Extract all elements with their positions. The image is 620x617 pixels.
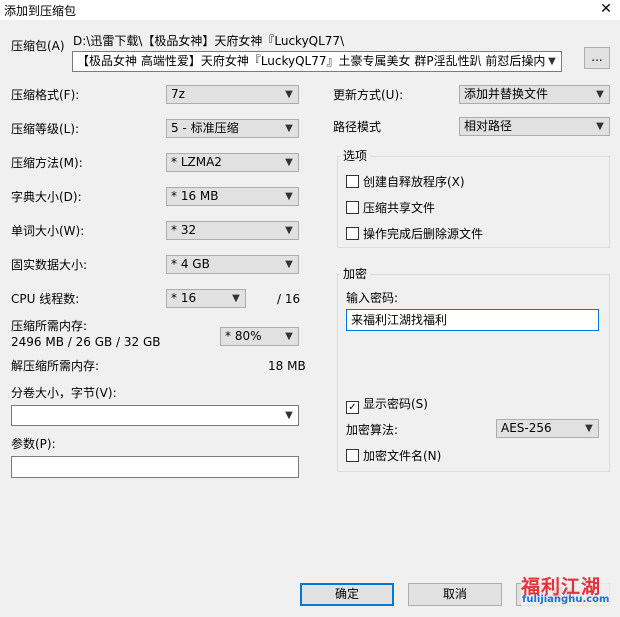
checkbox-box bbox=[346, 175, 359, 188]
encrypt-names-label: 加密文件名(N) bbox=[363, 449, 442, 463]
archive-name-combo[interactable]: 【极品女神 高端性爱】天府女神『LuckyQL77』土豪专属美女 群P淫乱性趴 … bbox=[72, 51, 562, 72]
update-label: 更新方式(U): bbox=[333, 88, 404, 102]
mem-decompress-label: 解压缩所需内存: bbox=[11, 359, 100, 373]
method-select[interactable]: * LZMA2 ▼ bbox=[166, 153, 299, 172]
volume-combo[interactable]: ▼ bbox=[11, 405, 299, 426]
chevron-down-icon: ▼ bbox=[285, 89, 293, 100]
mem-percent-select[interactable]: * 80% ▼ bbox=[220, 327, 299, 346]
chevron-down-icon: ▼ bbox=[596, 121, 604, 132]
threads-select[interactable]: * 16 ▼ bbox=[166, 289, 246, 308]
pathmode-select[interactable]: 相对路径 ▼ bbox=[459, 117, 610, 136]
show-password-checkbox[interactable]: ✓ 显示密码(S) bbox=[346, 396, 428, 414]
word-label: 单词大小(W): bbox=[11, 224, 85, 238]
chevron-down-icon: ▼ bbox=[585, 423, 593, 434]
level-select[interactable]: 5 - 标准压缩 ▼ bbox=[166, 119, 299, 138]
dict-value: * 16 MB bbox=[171, 189, 219, 203]
sfx-label: 创建自释放程序(X) bbox=[363, 175, 465, 189]
chevron-down-icon: ▼ bbox=[285, 123, 293, 134]
mem-decompress-value: 18 MB bbox=[268, 359, 306, 373]
mem-percent-value: * 80% bbox=[225, 329, 262, 343]
ok-button[interactable]: 确定 bbox=[300, 583, 394, 606]
chevron-down-icon: ▼ bbox=[285, 191, 293, 202]
delete-label: 操作完成后删除源文件 bbox=[363, 227, 484, 241]
chevron-down-icon: ▼ bbox=[285, 410, 293, 421]
params-input[interactable] bbox=[11, 456, 299, 478]
show-password-label: 显示密码(S) bbox=[363, 397, 428, 411]
browse-button[interactable]: ... bbox=[584, 47, 610, 69]
dict-label: 字典大小(D): bbox=[11, 190, 82, 204]
chevron-down-icon: ▼ bbox=[285, 157, 293, 168]
threads-label: CPU 线程数: bbox=[11, 292, 80, 306]
archive-name-value: 【极品女神 高端性爱】天府女神『LuckyQL77』土豪专属美女 群P淫乱性趴 … bbox=[77, 54, 558, 68]
format-select[interactable]: 7z ▼ bbox=[166, 85, 299, 104]
encrypt-names-checkbox[interactable]: 加密文件名(N) bbox=[346, 448, 441, 464]
threads-value: * 16 bbox=[171, 291, 197, 305]
delete-checkbox[interactable]: 操作完成后删除源文件 bbox=[346, 226, 483, 242]
update-value: 添加并替换文件 bbox=[464, 87, 549, 101]
enc-method-value: AES-256 bbox=[501, 421, 552, 435]
close-icon[interactable]: ✕ bbox=[596, 0, 616, 18]
format-value: 7z bbox=[171, 87, 185, 101]
word-value: * 32 bbox=[171, 223, 197, 237]
mem-compress-detail: 2496 MB / 26 GB / 32 GB bbox=[11, 335, 161, 349]
solid-label: 固实数据大小: bbox=[11, 258, 88, 272]
chevron-down-icon: ▼ bbox=[232, 293, 240, 304]
checkbox-box bbox=[346, 201, 359, 214]
title-bar bbox=[0, 0, 620, 20]
enc-method-label: 加密算法: bbox=[346, 423, 399, 437]
watermark-url: fulijianghu.com bbox=[522, 594, 610, 605]
enc-method-select[interactable]: AES-256 ▼ bbox=[496, 419, 599, 438]
chevron-down-icon: ▼ bbox=[285, 225, 293, 236]
chevron-down-icon: ▼ bbox=[545, 52, 559, 69]
sfx-checkbox[interactable]: 创建自释放程序(X) bbox=[346, 174, 465, 190]
shared-label: 压缩共享文件 bbox=[363, 201, 436, 215]
solid-select[interactable]: * 4 GB ▼ bbox=[166, 255, 299, 274]
chevron-down-icon: ▼ bbox=[285, 331, 293, 342]
archive-label: 压缩包(A) bbox=[11, 39, 65, 53]
mem-compress-label: 压缩所需内存: bbox=[11, 319, 88, 333]
checkbox-box bbox=[346, 227, 359, 240]
word-select[interactable]: * 32 ▼ bbox=[166, 221, 299, 240]
method-label: 压缩方法(M): bbox=[11, 156, 83, 170]
pathmode-label: 路径模式 bbox=[333, 120, 382, 134]
password-label: 输入密码: bbox=[346, 291, 399, 305]
window-title: 添加到压缩包 bbox=[4, 4, 77, 18]
solid-value: * 4 GB bbox=[171, 257, 210, 271]
dict-select[interactable]: * 16 MB ▼ bbox=[166, 187, 299, 206]
encryption-title: 加密 bbox=[340, 267, 371, 281]
level-value: 5 - 标准压缩 bbox=[171, 121, 239, 135]
cancel-button[interactable]: 取消 bbox=[408, 583, 502, 606]
check-icon: ✓ bbox=[346, 401, 359, 414]
format-label: 压缩格式(F): bbox=[11, 88, 80, 102]
shared-checkbox[interactable]: 压缩共享文件 bbox=[346, 200, 435, 216]
pathmode-value: 相对路径 bbox=[464, 119, 513, 133]
volume-label: 分卷大小，字节(V): bbox=[11, 386, 117, 400]
method-value: * LZMA2 bbox=[171, 155, 222, 169]
checkbox-box bbox=[346, 449, 359, 462]
level-label: 压缩等级(L): bbox=[11, 122, 80, 136]
options-title: 选项 bbox=[340, 149, 371, 163]
chevron-down-icon: ▼ bbox=[596, 89, 604, 100]
password-input[interactable]: 来福利江湖找福利 bbox=[346, 309, 599, 331]
params-label: 参数(P): bbox=[11, 437, 56, 451]
threads-total: / 16 bbox=[277, 292, 301, 306]
chevron-down-icon: ▼ bbox=[285, 259, 293, 270]
update-select[interactable]: 添加并替换文件 ▼ bbox=[459, 85, 610, 104]
archive-path: D:\迅雷下载\【极品女神】天府女神『LuckyQL77\ bbox=[73, 34, 345, 48]
